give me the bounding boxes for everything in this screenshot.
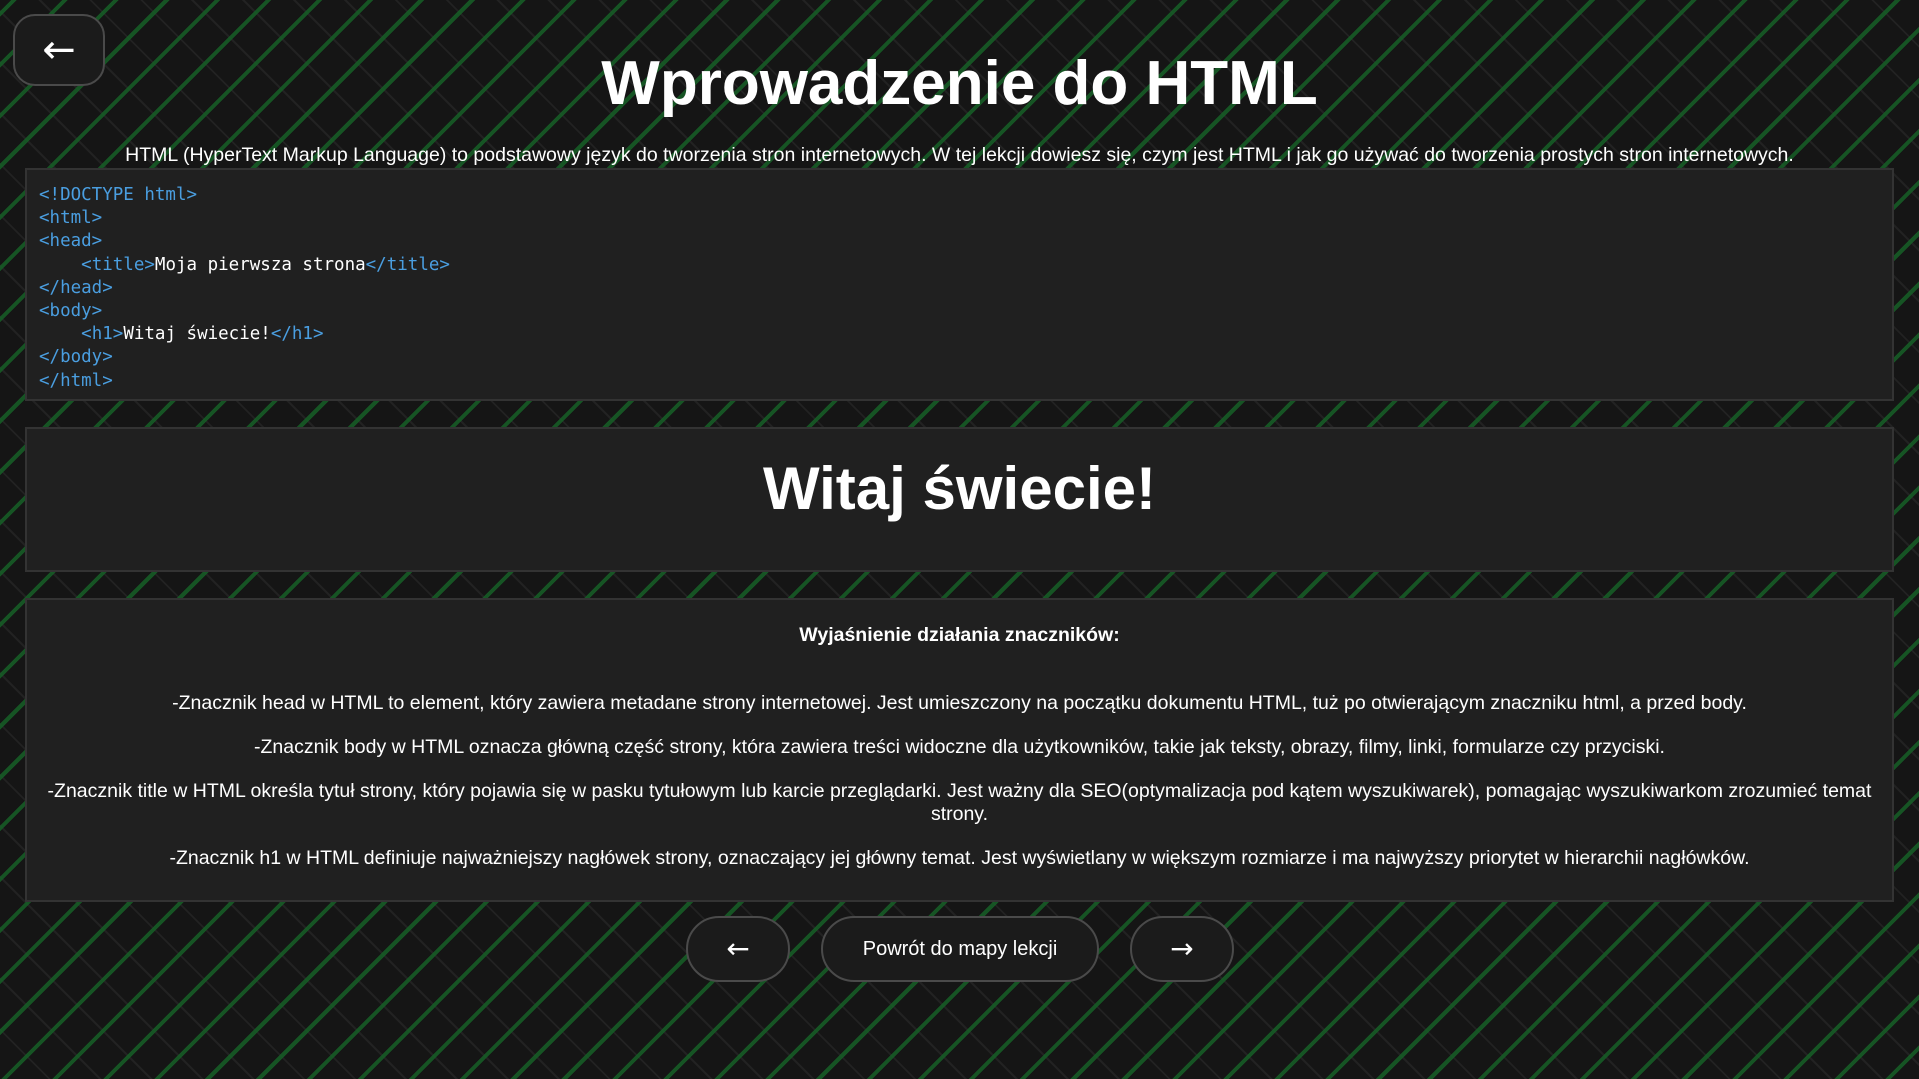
code-title-text: Moja pierwsza strona	[154, 254, 366, 275]
code-body-open: <body>	[39, 301, 103, 322]
explanation-item-h1: -Znacznik h1 w HTML definiuje najważniej…	[169, 847, 1750, 869]
explanation-heading: Wyjaśnienie działania znaczników:	[799, 624, 1120, 646]
lesson-navigation: ← Powrót do mapy lekcji →	[0, 916, 1919, 982]
code-h1-close: </h1>	[270, 324, 324, 345]
explanation-item-title: -Znacznik title w HTML określa tytuł str…	[47, 780, 1872, 825]
code-html-open: <html>	[39, 208, 103, 229]
lesson-map-button-label: Powrót do mapy lekcji	[862, 938, 1058, 960]
rendered-preview-panel: Witaj świecie!	[25, 427, 1894, 572]
lesson-map-button[interactable]: Powrót do mapy lekcji	[821, 916, 1099, 982]
page-title: Wprowadzenie do HTML	[601, 49, 1318, 118]
code-h1-text: Witaj świecie!	[123, 324, 271, 345]
code-head-open: <head>	[39, 231, 103, 252]
code-html-close: </html>	[39, 370, 113, 391]
code-block: <!DOCTYPE html> <html> <head> <title>Moj…	[39, 184, 1880, 393]
previous-lesson-button[interactable]: ←	[686, 916, 790, 982]
code-body-close: </body>	[39, 347, 113, 368]
code-example-panel: <!DOCTYPE html> <html> <head> <title>Moj…	[25, 168, 1894, 401]
next-lesson-button[interactable]: →	[1130, 916, 1234, 982]
code-head-close: </head>	[39, 277, 113, 298]
code-h1-open: <h1>	[81, 324, 124, 345]
code-doctype: <!DOCTYPE html>	[39, 185, 198, 205]
code-title-open: <title>	[81, 254, 155, 275]
explanation-item-head: -Znacznik head w HTML to element, który …	[172, 692, 1747, 714]
explanation-item-body: -Znacznik body w HTML oznacza główną czę…	[254, 736, 1665, 758]
code-title-close: </title>	[365, 254, 450, 275]
explanation-panel: Wyjaśnienie działania znaczników: -Znacz…	[25, 598, 1894, 902]
preview-heading: Witaj świecie!	[763, 455, 1156, 522]
arrow-right-icon: →	[1170, 932, 1194, 965]
arrow-left-icon: ←	[726, 932, 750, 965]
lesson-intro: HTML (HyperText Markup Language) to pods…	[125, 144, 1794, 166]
